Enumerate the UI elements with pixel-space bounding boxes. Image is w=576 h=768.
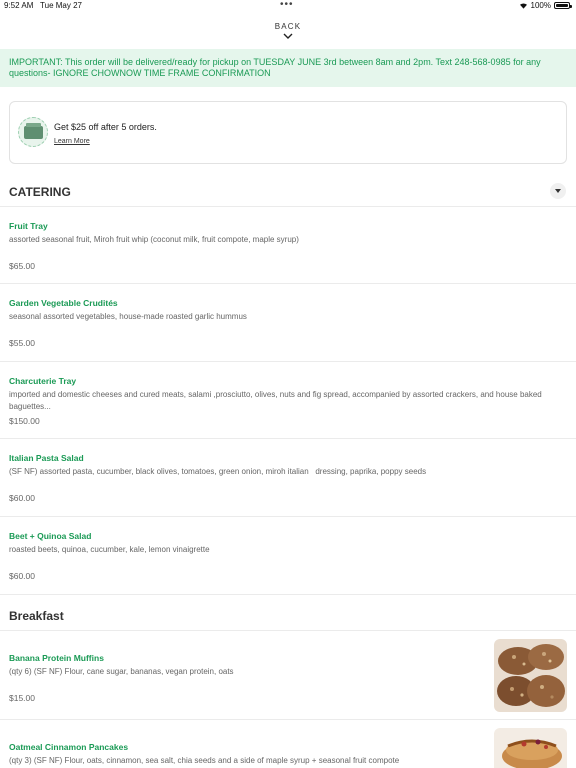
battery-icon <box>554 2 572 9</box>
rewards-text: Get $25 off after 5 orders. <box>54 122 157 132</box>
menu-item-oatmeal-cinnamon-pancakes[interactable]: Oatmeal Cinnamon Pancakes (qty 3) (SF NF… <box>0 720 576 768</box>
item-price: $65.00 <box>9 261 35 271</box>
menu-item-beet-quinoa-salad[interactable]: Beet + Quinoa Salad roasted beets, quino… <box>0 517 576 594</box>
item-description: assorted seasonal fruit, Miroh fruit whi… <box>9 235 299 244</box>
important-banner: IMPORTANT: This order will be delivered/… <box>0 49 576 87</box>
rewards-illustration-icon <box>18 117 48 147</box>
menu-item-banana-protein-muffins[interactable]: Banana Protein Muffins (qty 6) (SF NF) F… <box>0 631 576 719</box>
item-description: (qty 6) (SF NF) Flour, cane sugar, banan… <box>9 667 234 676</box>
learn-more-link[interactable]: Learn More <box>54 138 90 145</box>
item-price: $15.00 <box>9 693 35 703</box>
chevron-down-icon <box>283 33 293 39</box>
multitasking-dots-icon[interactable]: ••• <box>280 0 294 10</box>
item-price: $60.00 <box>9 571 35 581</box>
wifi-icon <box>519 3 527 9</box>
item-name: Charcuterie Tray <box>9 376 77 386</box>
item-name: Garden Vegetable Crudités <box>9 298 118 308</box>
menu-item-charcuterie-tray[interactable]: Charcuterie Tray imported and domestic c… <box>0 362 576 438</box>
menu-item-garden-vegetable-crudites[interactable]: Garden Vegetable Crudités seasonal assor… <box>0 284 576 361</box>
status-bar: 9:52 AM Tue May 27 ••• 100% <box>0 0 576 12</box>
item-description: (qty 3) (SF NF) Flour, oats, cinnamon, s… <box>9 756 400 765</box>
caret-down-icon <box>555 189 561 193</box>
item-description: imported and domestic cheeses and cured … <box>9 390 542 411</box>
item-price: $150.00 <box>9 416 40 426</box>
collapse-section-button[interactable] <box>550 183 566 199</box>
battery-percent: 100% <box>530 1 551 10</box>
rewards-card: Get $25 off after 5 orders. Learn More <box>9 101 567 164</box>
item-name: Oatmeal Cinnamon Pancakes <box>9 742 129 752</box>
item-description: roasted beets, quinoa, cucumber, kale, l… <box>9 545 210 554</box>
divider <box>0 594 576 595</box>
section-title-catering: CATERING <box>9 185 71 199</box>
item-price: $55.00 <box>9 338 35 348</box>
status-time: 9:52 AM Tue May 27 <box>4 1 82 10</box>
item-description: seasonal assorted vegetables, house-made… <box>9 312 247 321</box>
item-name: Italian Pasta Salad <box>9 453 84 463</box>
item-photo-pancakes <box>494 728 567 768</box>
back-label: BACK <box>274 22 302 31</box>
menu-item-italian-pasta-salad[interactable]: Italian Pasta Salad (SF NF) assorted pas… <box>0 439 576 516</box>
section-title-breakfast: Breakfast <box>9 609 64 623</box>
item-price: $60.00 <box>9 493 35 503</box>
item-description: (SF NF) assorted pasta, cucumber, black … <box>9 467 427 476</box>
banner-text: IMPORTANT: This order will be delivered/… <box>9 57 541 78</box>
item-name: Beet + Quinoa Salad <box>9 531 92 541</box>
item-name: Fruit Tray <box>9 221 48 231</box>
item-name: Banana Protein Muffins <box>9 653 104 663</box>
back-button[interactable]: BACK <box>0 22 576 39</box>
menu-item-fruit-tray[interactable]: Fruit Tray assorted seasonal fruit, Miro… <box>0 207 576 283</box>
item-photo-muffins <box>494 639 567 712</box>
status-right: 100% <box>519 1 572 10</box>
